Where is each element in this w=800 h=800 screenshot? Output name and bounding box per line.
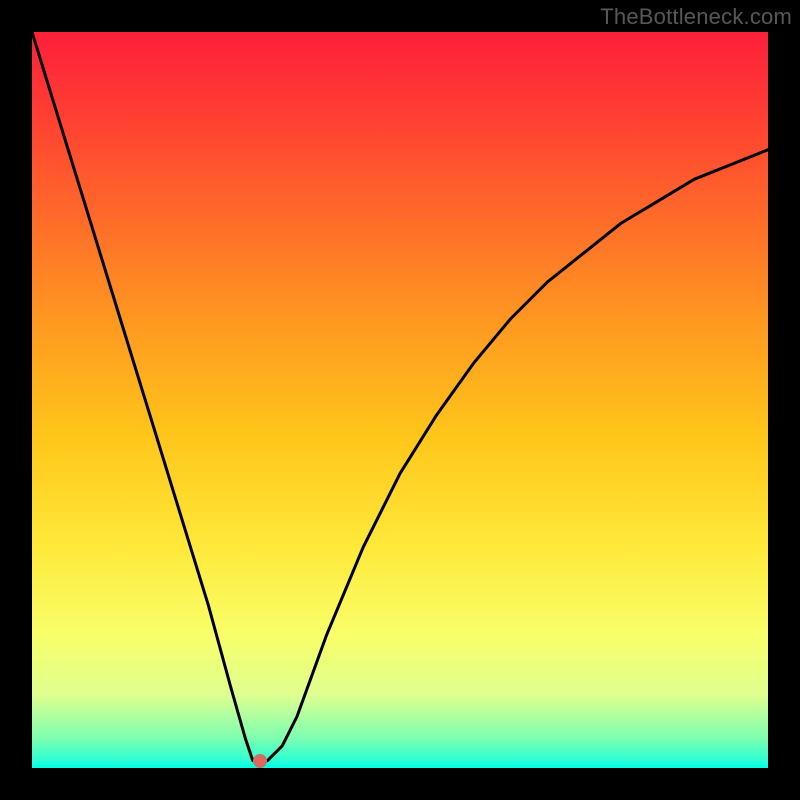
chart-frame: TheBottleneck.com (0, 0, 800, 800)
curve-svg (32, 32, 768, 768)
watermark-text: TheBottleneck.com (600, 4, 792, 30)
curve-path (32, 32, 768, 761)
plot-area (32, 32, 768, 768)
marker-dot (253, 754, 267, 768)
